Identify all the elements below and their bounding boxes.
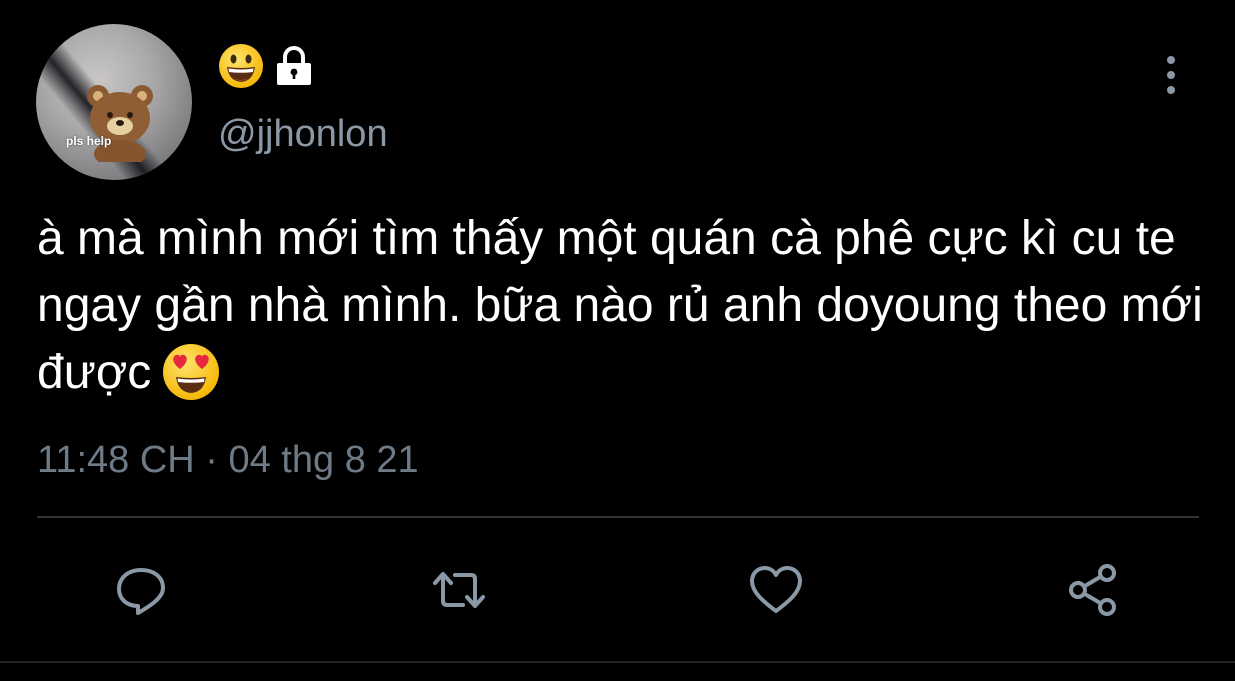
tweet-actions	[0, 555, 1235, 625]
tweet-detail: pls help @jjhonlon à mà mình mới tìm thấ…	[0, 0, 1235, 681]
like-button[interactable]	[741, 555, 811, 625]
share-button[interactable]	[1058, 555, 1128, 625]
more-options-icon[interactable]	[1160, 55, 1182, 95]
heart-eyes-emoji	[163, 344, 220, 400]
share-icon	[1069, 564, 1116, 616]
bottom-divider	[0, 661, 1235, 663]
divider	[37, 516, 1199, 518]
reply-button[interactable]	[106, 555, 176, 625]
user-handle[interactable]: @jjhonlon	[218, 112, 388, 156]
like-icon	[750, 566, 802, 613]
display-name[interactable]	[218, 42, 316, 90]
reply-icon	[117, 568, 165, 615]
tweet-text: à mà mình mới tìm thấy một quán cà phê c…	[37, 205, 1207, 406]
tweet-timestamp[interactable]: 11:48 CH · 04 thg 8 21	[37, 438, 419, 482]
grinning-face-emoji	[219, 44, 263, 88]
retweet-icon	[433, 572, 485, 608]
retweet-button[interactable]	[424, 555, 494, 625]
avatar-caption: pls help	[66, 134, 112, 148]
teddy-bear-image	[87, 85, 153, 162]
avatar[interactable]: pls help	[36, 24, 192, 180]
lock-icon	[277, 46, 311, 85]
